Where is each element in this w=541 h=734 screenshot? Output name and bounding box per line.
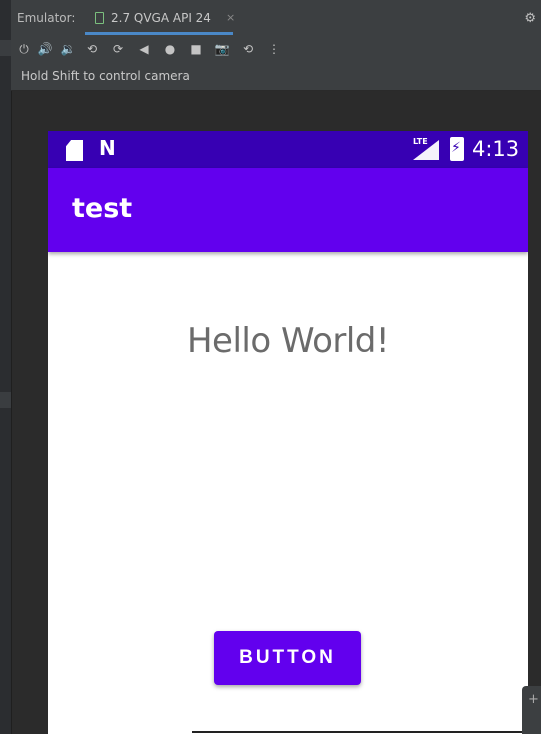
device-icon	[95, 12, 104, 24]
left-tool-strip	[0, 0, 12, 734]
bottom-border	[192, 731, 528, 733]
emulator-panel: Emulator: 2.7 QVGA API 24 × ⚙ ⏻ 🔊 🔉 ⟲ ⟳ …	[11, 0, 541, 91]
app-bar: test	[48, 168, 528, 252]
power-icon[interactable]: ⏻	[15, 39, 33, 59]
camera-hint: Hold Shift to control camera	[21, 69, 190, 83]
main-button-label: BUTTON	[239, 647, 336, 668]
more-icon[interactable]: ⋮	[265, 39, 283, 59]
gear-icon[interactable]: ⚙	[524, 11, 536, 26]
zoom-in-icon[interactable]: +	[528, 692, 539, 707]
battery-icon: ⚡	[450, 137, 464, 161]
signal-label: LTE	[413, 137, 428, 146]
emulator-screen[interactable]: N LTE ⚡ 4:13 test Hello World! BUTTON	[48, 131, 528, 734]
n-icon: N	[99, 136, 116, 160]
app-title: test	[72, 193, 133, 224]
screenshot-icon[interactable]: 📷	[213, 39, 231, 59]
rotate-left-icon[interactable]: ⟲	[83, 39, 101, 59]
sd-card-icon	[66, 140, 83, 161]
overview-icon[interactable]: ■	[187, 39, 205, 59]
signal-icon: LTE	[413, 137, 439, 160]
hello-text: Hello World!	[186, 321, 390, 361]
tool-strip-marker[interactable]	[0, 392, 11, 408]
emulator-label: Emulator:	[17, 11, 76, 25]
status-time: 4:13	[472, 137, 520, 161]
rotate-right-icon[interactable]: ⟳	[109, 39, 127, 59]
back-icon[interactable]: ◀	[135, 39, 153, 59]
main-button[interactable]: BUTTON	[214, 631, 361, 685]
close-icon[interactable]: ×	[226, 11, 235, 24]
device-tab[interactable]: 2.7 QVGA API 24 ×	[81, 0, 235, 35]
home-icon[interactable]: ●	[161, 39, 179, 59]
volume-up-icon[interactable]: 🔊	[36, 39, 54, 59]
emulator-tab-row: Emulator: 2.7 QVGA API 24 × ⚙	[11, 0, 541, 35]
status-bar: N LTE ⚡ 4:13	[48, 131, 528, 168]
emulator-toolbar: ⏻ 🔊 🔉 ⟲ ⟳ ◀ ● ■ 📷 ⟲ ⋮	[11, 35, 541, 63]
device-tab-label: 2.7 QVGA API 24	[111, 11, 211, 25]
zoom-controls[interactable]: +	[522, 686, 541, 734]
tool-strip-marker[interactable]	[0, 40, 11, 56]
snapshot-icon[interactable]: ⟲	[239, 39, 257, 59]
volume-down-icon[interactable]: 🔉	[59, 39, 77, 59]
